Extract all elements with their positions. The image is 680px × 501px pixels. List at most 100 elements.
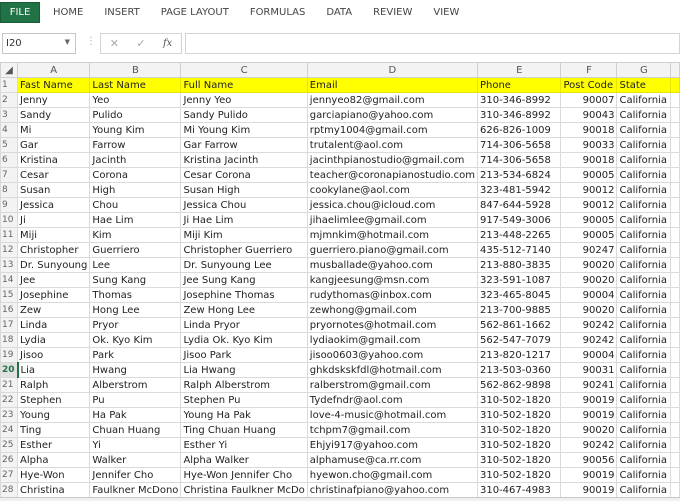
cell[interactable]: Ralph Alberstrom xyxy=(180,377,308,393)
cell[interactable]: Jee xyxy=(17,272,91,288)
row-header[interactable]: 4 xyxy=(0,122,19,138)
cell[interactable]: 90019 xyxy=(560,407,618,423)
cell[interactable]: California xyxy=(616,242,672,258)
cell[interactable]: 310-467-4983 xyxy=(476,482,562,498)
cell[interactable]: 562-861-1662 xyxy=(476,317,562,333)
cell[interactable]: 90012 xyxy=(560,197,618,213)
cell[interactable]: California xyxy=(616,92,672,108)
header-cell[interactable]: Email xyxy=(306,77,478,93)
cell[interactable]: Sandy Pulido xyxy=(180,107,308,123)
cell[interactable]: California xyxy=(616,197,672,213)
cell[interactable] xyxy=(670,362,680,378)
cell[interactable]: Susan xyxy=(17,182,91,198)
cell[interactable]: Christina xyxy=(17,482,91,498)
cell[interactable] xyxy=(670,182,680,198)
cell[interactable]: Lia Hwang xyxy=(180,362,308,378)
cell[interactable]: 213-534-6824 xyxy=(476,167,562,183)
cell[interactable]: Zew xyxy=(17,302,91,318)
cell[interactable] xyxy=(670,422,680,438)
cell[interactable]: Christina Faulkner McDo xyxy=(180,482,308,498)
row-header[interactable]: 2 xyxy=(0,92,19,108)
cell[interactable]: zewhong@gmail.com xyxy=(306,302,478,318)
cell[interactable]: California xyxy=(616,482,672,498)
cell[interactable]: Dr. Sunyoung xyxy=(17,257,91,273)
cell[interactable] xyxy=(670,332,680,348)
column-header-a[interactable]: A xyxy=(17,62,91,78)
cell[interactable]: 90005 xyxy=(560,212,618,228)
cell[interactable]: California xyxy=(616,467,672,483)
cell[interactable]: Ji Hae Lim xyxy=(180,212,308,228)
cell[interactable]: California xyxy=(616,272,672,288)
row-header[interactable]: 10 xyxy=(0,212,19,228)
column-header-e[interactable]: E xyxy=(476,62,562,78)
cell[interactable]: 90007 xyxy=(560,92,618,108)
cell[interactable]: 90012 xyxy=(560,182,618,198)
cell[interactable] xyxy=(670,167,680,183)
cell[interactable]: Alberstrom xyxy=(89,377,182,393)
row-header[interactable]: 1 xyxy=(0,77,19,93)
cell[interactable]: 90020 xyxy=(560,272,618,288)
cell[interactable]: ralberstrom@gmail.com xyxy=(306,377,478,393)
cell[interactable]: Alpha xyxy=(17,452,91,468)
cell[interactable] xyxy=(670,152,680,168)
cell[interactable]: 847-644-5928 xyxy=(476,197,562,213)
cell[interactable]: 90020 xyxy=(560,302,618,318)
row-header[interactable]: 20 xyxy=(0,362,19,378)
cell[interactable]: 310-502-1820 xyxy=(476,392,562,408)
cell[interactable]: 626-826-1009 xyxy=(476,122,562,138)
cell[interactable]: 435-512-7140 xyxy=(476,242,562,258)
row-header[interactable]: 3 xyxy=(0,107,19,123)
cell[interactable]: Christopher xyxy=(17,242,91,258)
cell[interactable] xyxy=(670,107,680,123)
cell[interactable]: Park xyxy=(89,347,182,363)
cell[interactable]: Cesar Corona xyxy=(180,167,308,183)
column-header-b[interactable]: B xyxy=(89,62,182,78)
cell[interactable]: Jennifer Cho xyxy=(89,467,182,483)
cell[interactable]: 213-448-2265 xyxy=(476,227,562,243)
cell[interactable]: Jessica xyxy=(17,197,91,213)
cell[interactable]: Susan High xyxy=(180,182,308,198)
row-header[interactable]: 28 xyxy=(0,482,19,498)
chevron-down-icon[interactable]: ▼ xyxy=(65,38,70,46)
cell[interactable]: 310-346-8992 xyxy=(476,107,562,123)
cell[interactable]: 310-502-1820 xyxy=(476,467,562,483)
cell[interactable]: jacinthpianostudio@gmail.com xyxy=(306,152,478,168)
row-header[interactable]: 5 xyxy=(0,137,19,153)
cell[interactable]: Gar Farrow xyxy=(180,137,308,153)
cell[interactable] xyxy=(670,92,680,108)
cell[interactable]: Josephine Thomas xyxy=(180,287,308,303)
row-header[interactable]: 7 xyxy=(0,167,19,183)
row-header[interactable]: 15 xyxy=(0,287,19,303)
cell[interactable]: Linda Pryor xyxy=(180,317,308,333)
cell[interactable]: guerriero.piano@gmail.com xyxy=(306,242,478,258)
cell[interactable]: California xyxy=(616,107,672,123)
enter-icon[interactable]: ✓ xyxy=(136,37,145,50)
cell[interactable]: jihaelimlee@gmail.com xyxy=(306,212,478,228)
cell[interactable]: California xyxy=(616,287,672,303)
row-header[interactable]: 23 xyxy=(0,407,19,423)
cell[interactable]: California xyxy=(616,392,672,408)
column-header-g[interactable]: G xyxy=(616,62,672,78)
cell[interactable]: Mi xyxy=(17,122,91,138)
cell[interactable]: Jenny xyxy=(17,92,91,108)
cell[interactable]: Jee Sung Kang xyxy=(180,272,308,288)
row-header[interactable]: 12 xyxy=(0,242,19,258)
header-cell[interactable]: Last Name xyxy=(89,77,182,93)
cell[interactable]: High xyxy=(89,182,182,198)
cell[interactable] xyxy=(670,452,680,468)
cell[interactable]: Jisoo Park xyxy=(180,347,308,363)
cell[interactable]: Hae Lim xyxy=(89,212,182,228)
cell[interactable]: Ha Pak xyxy=(89,407,182,423)
cell[interactable]: California xyxy=(616,332,672,348)
cell[interactable]: Lydia Ok. Kyo Kim xyxy=(180,332,308,348)
cell[interactable]: 90004 xyxy=(560,287,618,303)
cell[interactable] xyxy=(670,242,680,258)
cell[interactable]: Jessica Chou xyxy=(180,197,308,213)
cell[interactable]: California xyxy=(616,377,672,393)
column-header-h[interactable] xyxy=(670,62,680,78)
cell[interactable]: alphamuse@ca.rr.com xyxy=(306,452,478,468)
cell[interactable] xyxy=(670,212,680,228)
cell[interactable]: Christopher Guerriero xyxy=(180,242,308,258)
cell[interactable] xyxy=(670,272,680,288)
cell[interactable]: Yeo xyxy=(89,92,182,108)
